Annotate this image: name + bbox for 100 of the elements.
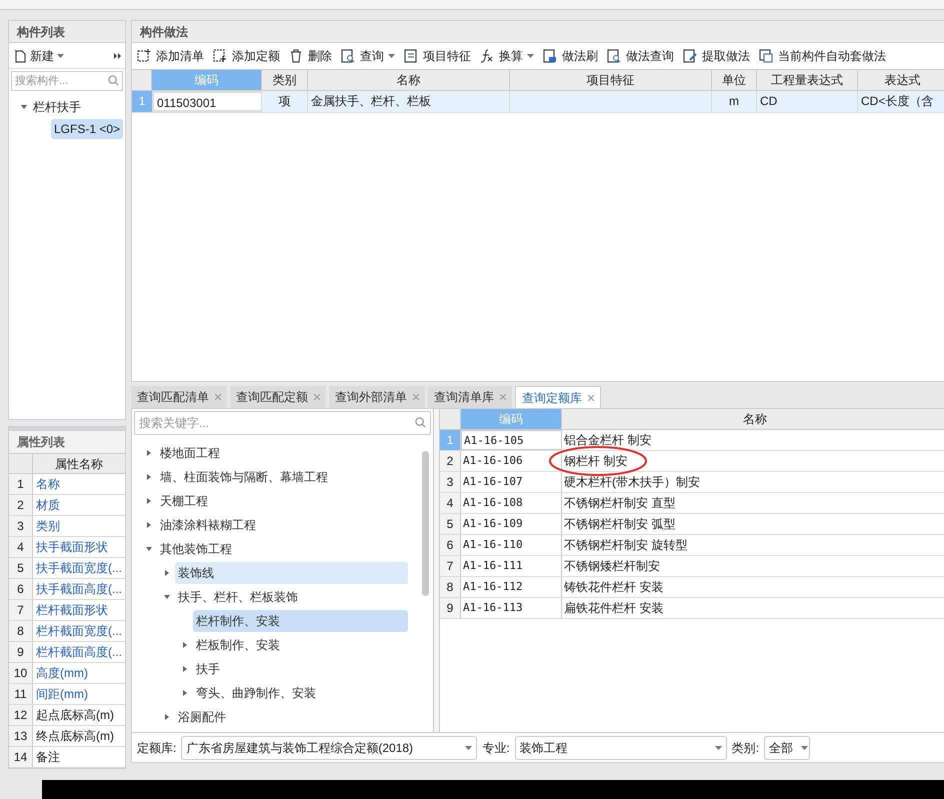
collapsed-arrow-icon[interactable] bbox=[164, 714, 170, 720]
query-tab[interactable]: 查询匹配清单 bbox=[131, 386, 227, 408]
row-number: 2 bbox=[440, 451, 461, 471]
toolbar-icon bbox=[340, 48, 356, 64]
scrollbar[interactable] bbox=[422, 451, 429, 596]
row-number: 3 bbox=[9, 516, 33, 536]
dropdown-field[interactable]: 装饰工程 bbox=[514, 736, 727, 760]
tree-item[interactable]: 天棚工程 bbox=[157, 490, 408, 512]
toolbar-button[interactable]: 添加清单 bbox=[136, 45, 204, 67]
tree-item[interactable]: 油漆涂料裱糊工程 bbox=[157, 514, 408, 536]
close-icon[interactable] bbox=[588, 394, 594, 400]
toolbar-icon bbox=[606, 48, 622, 64]
property-name: 起点底标高(m) bbox=[35, 707, 115, 724]
new-button[interactable]: 新建 bbox=[12, 44, 66, 66]
table-cell-text: 不锈钢栏杆制安 弧型 bbox=[563, 516, 676, 533]
caret-icon bbox=[388, 54, 395, 58]
row-number: 14 bbox=[9, 747, 33, 767]
toolbar-icon bbox=[212, 48, 228, 64]
panel-title: 构件做法 bbox=[132, 21, 944, 43]
row-number: 11 bbox=[9, 684, 33, 704]
tree-item[interactable]: 浴厕配件 bbox=[175, 706, 408, 728]
property-name: 扶手截面宽度(... bbox=[35, 560, 123, 577]
toolbar-button[interactable]: 添加定额 bbox=[212, 45, 280, 67]
table-cell-text: 不锈钢栏杆制安 直型 bbox=[563, 495, 676, 512]
row-number: 9 bbox=[440, 598, 461, 618]
collapsed-arrow-icon[interactable] bbox=[182, 666, 188, 672]
row-number: 6 bbox=[440, 535, 461, 555]
collapsed-arrow-icon[interactable] bbox=[182, 690, 188, 696]
toolbar-button[interactable]: 做法查询 bbox=[606, 45, 674, 67]
collapsed-arrow-icon[interactable] bbox=[146, 450, 152, 456]
table-cell: A1-16-110 bbox=[461, 535, 562, 555]
property-name: 材质 bbox=[35, 497, 61, 514]
toolbar-button[interactable]: 项目特征 bbox=[403, 45, 471, 67]
table-cell: 011503001 bbox=[152, 91, 262, 112]
tree-item[interactable]: 扶手、栏杆、栏板装饰 bbox=[175, 586, 408, 608]
row-number: 7 bbox=[9, 600, 33, 620]
column-header: 类别 bbox=[262, 70, 308, 90]
query-tab[interactable]: 查询定额库 bbox=[515, 386, 601, 408]
row-number: 8 bbox=[440, 577, 461, 597]
filter-label: 定额库: bbox=[137, 740, 176, 756]
collapsed-arrow-icon[interactable] bbox=[146, 498, 152, 504]
tree-item[interactable]: 栏板制作、安装 bbox=[193, 634, 408, 656]
table-cell-text: 钢栏杆 制安 bbox=[563, 453, 628, 470]
table-cell: A1-16-111 bbox=[461, 556, 562, 576]
query-tab[interactable]: 查询清单库 bbox=[428, 386, 512, 408]
table-cell: CD<长度（含 bbox=[858, 91, 944, 112]
row-number: 6 bbox=[9, 579, 33, 599]
collapsed-arrow-icon[interactable] bbox=[146, 522, 152, 528]
table-cell: m bbox=[712, 91, 757, 112]
expanded-arrow-icon[interactable] bbox=[146, 546, 152, 552]
row-number: 4 bbox=[9, 537, 33, 557]
search-field[interactable]: 搜索构件... bbox=[11, 71, 123, 91]
query-tab[interactable]: 查询匹配定额 bbox=[230, 386, 326, 408]
toolbar-button[interactable]: 删除 bbox=[288, 45, 332, 67]
table-cell: A1-16-107 bbox=[461, 472, 562, 492]
tree-item[interactable]: 装饰线 bbox=[175, 562, 408, 584]
tree-item[interactable]: 其他装饰工程 bbox=[157, 538, 408, 560]
toolbar-icon bbox=[758, 48, 774, 64]
column-header: 项目特征 bbox=[510, 70, 712, 90]
toolbar-button[interactable]: 换算 bbox=[479, 45, 534, 67]
tree-item[interactable]: 栏杆扶手 bbox=[31, 98, 83, 116]
row-number: 9 bbox=[9, 642, 33, 662]
row-number: 1 bbox=[9, 474, 33, 494]
tree-item[interactable]: 扶手 bbox=[193, 658, 408, 680]
table-cell: CD bbox=[757, 91, 858, 112]
toolbar-button[interactable]: 查询 bbox=[340, 45, 395, 67]
table-cell: A1-16-112 bbox=[461, 577, 562, 597]
tree-item[interactable]: LGFS-1 <0> bbox=[51, 119, 124, 139]
tree-item[interactable]: 栏杆制作、安装 bbox=[193, 610, 408, 632]
property-name: 栏杆截面形状 bbox=[35, 602, 109, 619]
table-cell-text: 扁铁花件栏杆 安装 bbox=[563, 600, 664, 617]
row-number: 8 bbox=[9, 621, 33, 641]
expand-icon[interactable] bbox=[114, 52, 122, 60]
row-number: 1 bbox=[132, 91, 152, 112]
expanded-arrow-icon[interactable] bbox=[21, 104, 27, 110]
collapsed-arrow-icon[interactable] bbox=[146, 474, 152, 480]
tree-item[interactable]: 墙、柱面装饰与隔断、幕墙工程 bbox=[157, 466, 408, 488]
toolbar-button[interactable]: 当前构件自动套做法 bbox=[758, 45, 886, 67]
table-cell-text: 硬木栏杆(带木扶手）制安 bbox=[563, 474, 701, 491]
toolbar-icon bbox=[682, 48, 698, 64]
tree-item[interactable]: 楼地面工程 bbox=[157, 442, 408, 464]
property-name: 间距(mm) bbox=[35, 686, 89, 703]
collapsed-arrow-icon[interactable] bbox=[182, 642, 188, 648]
filter-label: 类别: bbox=[732, 740, 760, 756]
dropdown-field[interactable]: 全部 bbox=[764, 736, 810, 760]
toolbar-button[interactable]: 提取做法 bbox=[682, 45, 750, 67]
query-tab[interactable]: 查询外部清单 bbox=[329, 386, 425, 408]
table-cell-text: 铸铁花件栏杆 安装 bbox=[563, 579, 664, 596]
caret-icon bbox=[465, 746, 472, 750]
table-cell: 金属扶手、栏杆、栏板 bbox=[308, 91, 510, 112]
tree-item[interactable]: 弯头、曲踭制作、安装 bbox=[193, 682, 408, 704]
property-name: 高度(mm) bbox=[35, 665, 89, 682]
expanded-arrow-icon[interactable] bbox=[164, 594, 170, 600]
collapsed-arrow-icon[interactable] bbox=[164, 570, 170, 576]
dropdown-field[interactable]: 广东省房屋建筑与装饰工程综合定额(2018) bbox=[181, 736, 478, 760]
column-header: 工程量表达式 bbox=[757, 70, 858, 90]
search-field[interactable]: 搜索关键字... bbox=[134, 411, 431, 435]
toolbar-button[interactable]: 做法刷 bbox=[542, 45, 598, 67]
table-cell-text: 不锈钢矮栏杆制安 bbox=[563, 558, 661, 575]
property-name: 栏杆截面宽度(... bbox=[35, 623, 123, 640]
